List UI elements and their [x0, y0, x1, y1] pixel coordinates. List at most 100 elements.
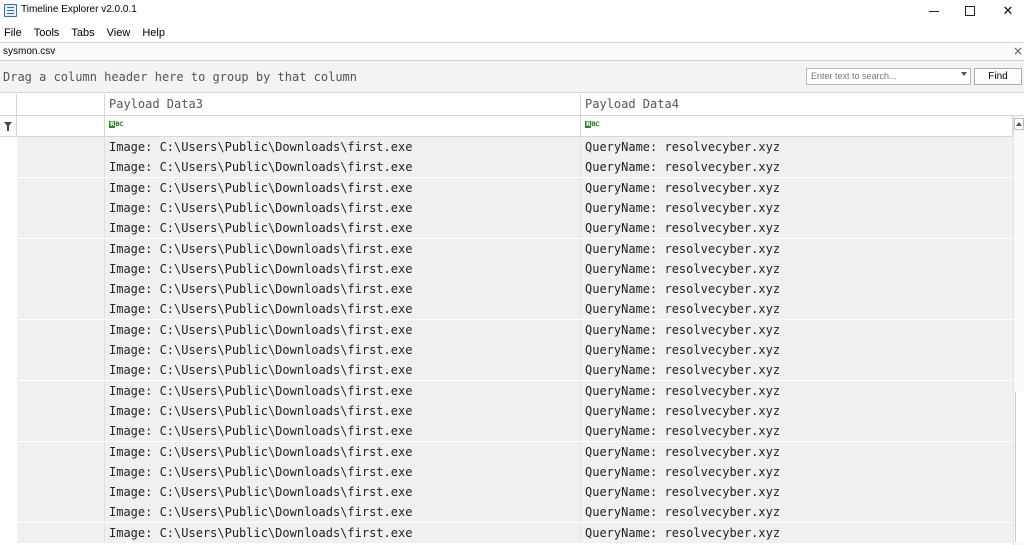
row-indicator[interactable] — [0, 502, 17, 523]
table-cell-payload-data3[interactable]: Image: C:\Users\Public\Downloads\first.e… — [105, 238, 581, 259]
table-cell-payload-data4[interactable]: QueryName: resolvecyber.xyz — [581, 461, 1013, 482]
row-indicator[interactable] — [0, 421, 17, 442]
row-indicator[interactable] — [0, 197, 17, 218]
scroll-up-icon[interactable] — [1014, 118, 1024, 130]
table-cell-payload-data3[interactable]: Image: C:\Users\Public\Downloads\first.e… — [105, 522, 581, 543]
table-cell-payload-data4[interactable]: QueryName: resolvecyber.xyz — [581, 380, 1013, 401]
row-indicator[interactable] — [0, 340, 17, 360]
table-row[interactable]: Image: C:\Users\Public\Downloads\first.e… — [0, 380, 1013, 401]
table-cell-payload-data4[interactable]: QueryName: resolvecyber.xyz — [581, 340, 1013, 360]
vertical-scrollbar[interactable] — [1013, 116, 1024, 545]
row-indicator[interactable] — [0, 400, 17, 421]
table-cell-payload-data4[interactable]: QueryName: resolvecyber.xyz — [581, 319, 1013, 340]
table-cell-blank[interactable] — [17, 482, 105, 503]
menu-view[interactable]: View — [107, 27, 131, 39]
menu-tools[interactable]: Tools — [34, 27, 60, 39]
table-row[interactable]: Image: C:\Users\Public\Downloads\first.e… — [0, 360, 1013, 381]
row-indicator[interactable] — [0, 299, 17, 320]
menu-help[interactable]: Help — [142, 27, 165, 39]
table-cell-payload-data4[interactable]: QueryName: resolvecyber.xyz — [581, 197, 1013, 218]
table-cell-blank[interactable] — [17, 238, 105, 259]
row-indicator[interactable] — [0, 441, 17, 462]
table-cell-blank[interactable] — [17, 380, 105, 401]
tab-sysmon-csv[interactable]: sysmon.csv — [3, 46, 55, 57]
table-cell-payload-data3[interactable]: Image: C:\Users\Public\Downloads\first.e… — [105, 380, 581, 401]
table-cell-payload-data3[interactable]: Image: C:\Users\Public\Downloads\first.e… — [105, 441, 581, 462]
table-cell-blank[interactable] — [17, 360, 105, 381]
table-row[interactable]: Image: C:\Users\Public\Downloads\first.e… — [0, 157, 1013, 178]
table-row[interactable]: Image: C:\Users\Public\Downloads\first.e… — [0, 461, 1013, 482]
chevron-down-icon[interactable] — [961, 72, 967, 76]
table-cell-blank[interactable] — [17, 421, 105, 442]
menu-tabs[interactable]: Tabs — [71, 27, 94, 39]
table-cell-payload-data4[interactable]: QueryName: resolvecyber.xyz — [581, 400, 1013, 421]
table-cell-payload-data4[interactable]: QueryName: resolvecyber.xyz — [581, 177, 1013, 198]
filter-cell-blank[interactable] — [17, 116, 105, 137]
table-row[interactable]: Image: C:\Users\Public\Downloads\first.e… — [0, 258, 1013, 279]
table-cell-blank[interactable] — [17, 299, 105, 320]
table-cell-blank[interactable] — [17, 177, 105, 198]
row-indicator[interactable] — [0, 279, 17, 300]
table-cell-payload-data3[interactable]: Image: C:\Users\Public\Downloads\first.e… — [105, 340, 581, 360]
table-cell-blank[interactable] — [17, 197, 105, 218]
table-cell-payload-data3[interactable]: Image: C:\Users\Public\Downloads\first.e… — [105, 279, 581, 300]
table-cell-payload-data4[interactable]: QueryName: resolvecyber.xyz — [581, 522, 1013, 543]
table-cell-payload-data4[interactable]: QueryName: resolvecyber.xyz — [581, 299, 1013, 320]
table-cell-payload-data4[interactable]: QueryName: resolvecyber.xyz — [581, 258, 1013, 279]
table-cell-payload-data3[interactable]: Image: C:\Users\Public\Downloads\first.e… — [105, 137, 581, 157]
table-row[interactable]: Image: C:\Users\Public\Downloads\first.e… — [0, 319, 1013, 340]
filter-cell-payload-data4[interactable]: RBC — [581, 116, 1013, 137]
table-row[interactable]: Image: C:\Users\Public\Downloads\first.e… — [0, 441, 1013, 462]
table-cell-payload-data4[interactable]: QueryName: resolvecyber.xyz — [581, 360, 1013, 381]
group-by-panel[interactable]: Drag a column header here to group by th… — [0, 61, 1024, 93]
table-row[interactable]: Image: C:\Users\Public\Downloads\first.e… — [0, 340, 1013, 360]
table-cell-blank[interactable] — [17, 279, 105, 300]
row-indicator[interactable] — [0, 319, 17, 340]
table-cell-payload-data3[interactable]: Image: C:\Users\Public\Downloads\first.e… — [105, 360, 581, 381]
table-cell-payload-data3[interactable]: Image: C:\Users\Public\Downloads\first.e… — [105, 502, 581, 523]
table-cell-payload-data3[interactable]: Image: C:\Users\Public\Downloads\first.e… — [105, 197, 581, 218]
search-input[interactable]: Enter text to search... — [806, 68, 971, 85]
table-cell-payload-data3[interactable]: Image: C:\Users\Public\Downloads\first.e… — [105, 299, 581, 320]
table-cell-payload-data4[interactable]: QueryName: resolvecyber.xyz — [581, 137, 1013, 157]
column-header-payload-data3[interactable]: Payload Data3 — [105, 94, 581, 116]
table-row[interactable]: Image: C:\Users\Public\Downloads\first.e… — [0, 482, 1013, 503]
row-indicator[interactable] — [0, 177, 17, 198]
row-indicator[interactable] — [0, 522, 17, 543]
table-cell-payload-data4[interactable]: QueryName: resolvecyber.xyz — [581, 482, 1013, 503]
row-indicator[interactable] — [0, 137, 17, 157]
column-header-blank[interactable] — [17, 94, 105, 116]
filter-condition-icon[interactable]: RBC — [585, 121, 600, 128]
table-cell-blank[interactable] — [17, 157, 105, 178]
table-cell-payload-data4[interactable]: QueryName: resolvecyber.xyz — [581, 502, 1013, 523]
table-row[interactable]: Image: C:\Users\Public\Downloads\first.e… — [0, 279, 1013, 300]
table-cell-payload-data3[interactable]: Image: C:\Users\Public\Downloads\first.e… — [105, 400, 581, 421]
table-cell-payload-data3[interactable]: Image: C:\Users\Public\Downloads\first.e… — [105, 482, 581, 503]
table-row[interactable]: Image: C:\Users\Public\Downloads\first.e… — [0, 421, 1013, 442]
find-button[interactable]: Find — [974, 68, 1022, 85]
table-row[interactable]: Image: C:\Users\Public\Downloads\first.e… — [0, 502, 1013, 523]
table-cell-blank[interactable] — [17, 400, 105, 421]
tab-close-icon[interactable]: × — [1013, 44, 1023, 58]
row-indicator[interactable] — [0, 157, 17, 178]
table-cell-payload-data4[interactable]: QueryName: resolvecyber.xyz — [581, 218, 1013, 239]
row-indicator[interactable] — [0, 258, 17, 279]
table-row[interactable]: Image: C:\Users\Public\Downloads\first.e… — [0, 238, 1013, 259]
filter-condition-icon[interactable]: RBC — [109, 121, 124, 128]
table-cell-payload-data3[interactable]: Image: C:\Users\Public\Downloads\first.e… — [105, 157, 581, 178]
table-cell-blank[interactable] — [17, 502, 105, 523]
table-cell-blank[interactable] — [17, 218, 105, 239]
table-cell-payload-data4[interactable]: QueryName: resolvecyber.xyz — [581, 157, 1013, 178]
table-cell-payload-data4[interactable]: QueryName: resolvecyber.xyz — [581, 441, 1013, 462]
close-window-button[interactable]: ✕ — [986, 0, 1024, 22]
table-cell-payload-data4[interactable]: QueryName: resolvecyber.xyz — [581, 279, 1013, 300]
table-cell-payload-data4[interactable]: QueryName: resolvecyber.xyz — [581, 238, 1013, 259]
table-cell-blank[interactable] — [17, 340, 105, 360]
row-indicator[interactable] — [0, 482, 17, 503]
row-indicator[interactable] — [0, 380, 17, 401]
row-indicator[interactable] — [0, 461, 17, 482]
table-cell-blank[interactable] — [17, 522, 105, 543]
filter-cell-payload-data3[interactable]: RBC — [105, 116, 581, 137]
row-indicator[interactable] — [0, 238, 17, 259]
table-row[interactable]: Image: C:\Users\Public\Downloads\first.e… — [0, 218, 1013, 239]
